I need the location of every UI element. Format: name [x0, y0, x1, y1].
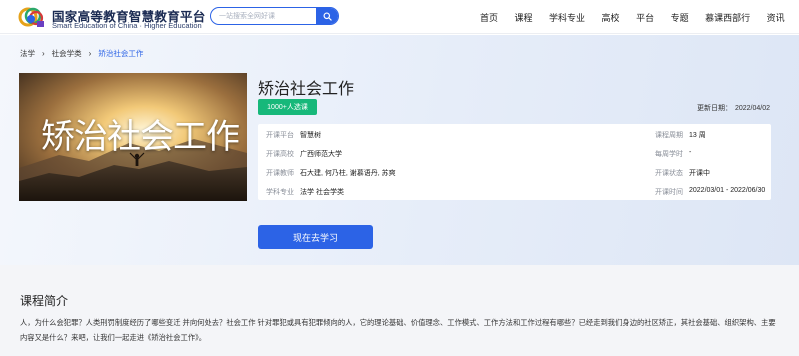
breadcrumb-sociology[interactable]: 社会学类	[52, 48, 82, 59]
info-value: 开课中	[689, 170, 710, 177]
search-icon	[322, 11, 332, 21]
nav-disciplines[interactable]: 学科专业	[549, 11, 585, 24]
top-header: 国家高等教育智慧教育平台 Smart Education of China · …	[0, 0, 799, 34]
info-row: 开课平台 智慧树 课程周期 13 周	[258, 124, 771, 143]
info-value: 13 周	[689, 132, 706, 139]
nav-universities[interactable]: 高校	[602, 11, 620, 24]
nav-platforms[interactable]: 平台	[636, 11, 654, 24]
info-label: 开课状态	[655, 170, 683, 177]
breadcrumb: 法学 › 社会学类 › 矫治社会工作	[20, 48, 143, 59]
info-row: 学科专业 法学 社会学类 开课时间 2022/03/01 - 2022/06/3…	[258, 181, 771, 200]
chevron-right-icon: ›	[42, 49, 45, 58]
search-button[interactable]	[316, 8, 338, 24]
nav-mooc-west[interactable]: 慕课西部行	[705, 11, 750, 24]
info-label: 开课平台	[266, 132, 294, 139]
nav-courses[interactable]: 课程	[515, 11, 533, 24]
chevron-right-icon: ›	[88, 49, 92, 58]
course-cover-image[interactable]: 矫治社会工作	[19, 73, 247, 201]
info-label: 学科专业	[266, 189, 294, 196]
cover-title-text: 矫治社会工作	[41, 117, 240, 157]
main-nav: 首页 课程 学科专业 高校 平台 专题 慕课西部行 资讯	[480, 0, 785, 34]
breadcrumb-law[interactable]: 法学	[20, 48, 35, 59]
info-label: 开课时间	[655, 189, 683, 196]
info-value: 2022/03/01 - 2022/06/30	[689, 187, 766, 194]
course-info-card: 开课平台 智慧树 课程周期 13 周 开课高校 广西师范大学 每周学时 - 开课…	[258, 124, 771, 200]
nav-topics[interactable]: 专题	[671, 11, 689, 24]
logo-subtitle: Smart Education of China · Higher Educat…	[52, 21, 202, 30]
info-value: -	[689, 149, 692, 156]
course-hero: 法学 › 社会学类 › 矫治社会工作 矫治社会工作 矫治社会工作 1000+人选…	[0, 35, 799, 265]
breadcrumb-current: 矫治社会工作	[98, 49, 144, 58]
info-value: 石大建, 何乃柱, 谢慕语丹, 苏爽	[300, 170, 396, 177]
search-input[interactable]	[211, 8, 318, 24]
info-row: 开课高校 广西师范大学 每周学时 -	[258, 143, 771, 162]
info-row: 开课教师 石大建, 何乃柱, 谢慕语丹, 苏爽 开课状态 开课中	[258, 162, 771, 181]
intro-heading: 课程简介	[20, 294, 69, 308]
info-value[interactable]: 广西师范大学	[300, 149, 342, 159]
intro-text: 人，为什么会犯罪？人类刑罚制度经历了哪些变迁 并向何处去？社会工作 针对罪犯或具…	[20, 318, 776, 342]
search-box	[210, 7, 339, 25]
info-value: 智慧树	[300, 132, 321, 139]
info-label: 课程周期	[655, 132, 683, 139]
info-label: 每周学时	[655, 151, 683, 158]
start-learning-button[interactable]: 现在去学习	[258, 225, 373, 249]
course-intro-section: 课程简介 人，为什么会犯罪？人类刑罚制度经历了哪些变迁 并向何处去？社会工作 针…	[0, 265, 799, 356]
course-title: 矫治社会工作	[258, 81, 355, 98]
enrollment-badge: 1000+人选课	[258, 99, 317, 115]
nav-news[interactable]: 资讯	[767, 11, 785, 24]
info-value: 法学 社会学类	[300, 189, 344, 196]
update-date: 更新日期： 2022/04/02	[696, 105, 770, 112]
info-label: 开课高校	[266, 151, 294, 158]
nav-home[interactable]: 首页	[480, 11, 498, 24]
platform-logo[interactable]	[18, 5, 46, 29]
info-label: 开课教师	[266, 170, 294, 177]
